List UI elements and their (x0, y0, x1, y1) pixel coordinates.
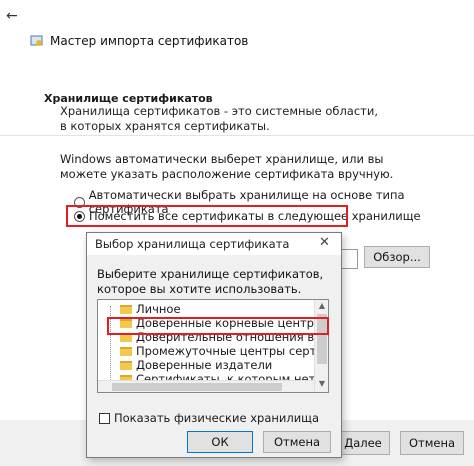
close-icon[interactable]: ✕ (319, 235, 330, 250)
store-tree[interactable]: Личное Доверенные корневые центры серти … (97, 299, 329, 393)
section-description: Хранилища сертификатов - это системные о… (60, 104, 378, 133)
vertical-scrollbar[interactable]: ▲ ▼ (314, 300, 328, 392)
select-store-dialog: Выбор хранилища сертификата ✕ Выберите х… (86, 232, 342, 458)
show-physical-checkbox[interactable] (99, 412, 110, 424)
tree-item-label: Личное (136, 302, 181, 316)
scroll-up-icon[interactable]: ▲ (315, 300, 328, 312)
tree-item-trusted-publishers[interactable]: Доверенные издатели (120, 358, 272, 372)
next-button[interactable]: Далее (336, 431, 390, 455)
show-physical-option[interactable]: Показать физические хранилища (99, 411, 319, 425)
back-arrow-icon[interactable]: ← (6, 8, 22, 24)
wizard-title: Мастер импорта сертификатов (50, 34, 249, 48)
dialog-cancel-button[interactable]: Отмена (263, 431, 331, 453)
auto-note: Windows автоматически выберет хранилище,… (60, 152, 394, 181)
dialog-title: Выбор хранилища сертификата (95, 237, 290, 251)
wizard-cancel-button[interactable]: Отмена (400, 431, 464, 455)
folder-icon (120, 304, 132, 314)
tree-item-personal[interactable]: Личное (120, 302, 181, 316)
store-path-field[interactable] (340, 249, 358, 269)
browse-button[interactable]: Обзор... (364, 246, 430, 268)
tree-item-intermediate[interactable]: Промежуточные центры сертификаци (120, 344, 328, 358)
highlight-frame-radio (66, 205, 348, 227)
ok-button[interactable]: ОК (187, 431, 253, 453)
hscroll-thumb[interactable] (112, 383, 282, 391)
scroll-down-icon[interactable]: ▼ (315, 378, 328, 390)
wizard-title-bar (0, 0, 474, 30)
tree-item-label: Доверенные издатели (136, 358, 273, 372)
dialog-prompt: Выберите хранилище сертификатов, которое… (97, 267, 324, 296)
horizontal-scrollbar[interactable] (98, 380, 314, 392)
show-physical-label: Показать физические хранилища (114, 411, 320, 425)
tree-item-label: Промежуточные центры сертификаци (136, 344, 328, 358)
certificate-icon (30, 34, 44, 48)
folder-icon (120, 346, 132, 356)
folder-icon (120, 360, 132, 370)
highlight-frame-store (107, 317, 329, 335)
